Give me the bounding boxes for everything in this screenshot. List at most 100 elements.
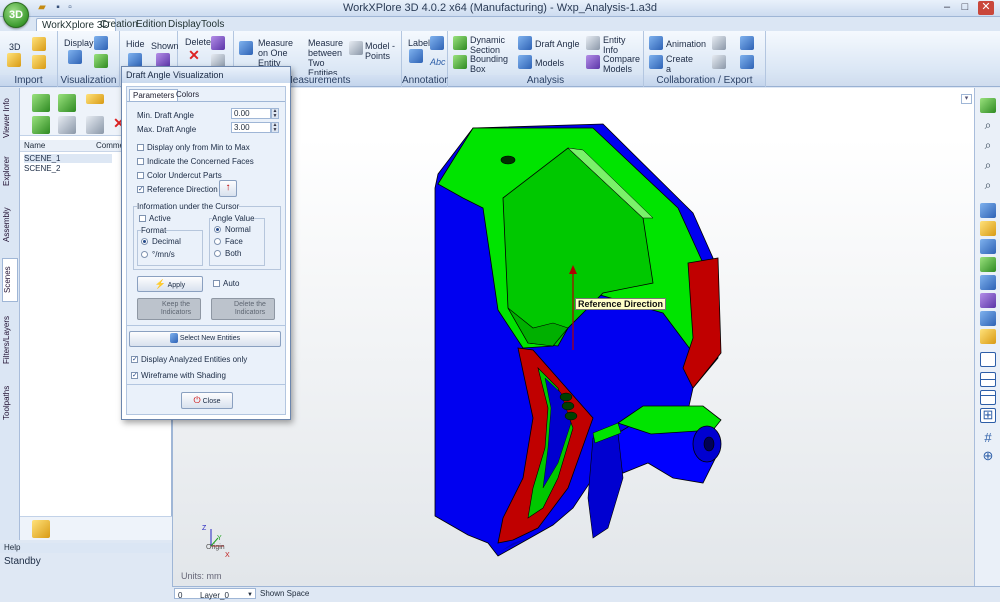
rotate-view-icon[interactable]	[980, 329, 996, 344]
vtab-explorer[interactable]: Explorer	[2, 148, 18, 194]
open-folder-icon[interactable]	[32, 37, 46, 51]
compare-models-button[interactable]: Compare Models	[603, 54, 641, 74]
zoom-window-icon[interactable]: ⌕	[980, 178, 996, 193]
3d-viewport[interactable]: Reference Direction Z Y X Origin Units: …	[172, 88, 974, 586]
pick-direction-button[interactable]: ↑	[219, 180, 237, 197]
open-scene-folder-icon[interactable]	[32, 520, 50, 538]
export-cube-icon[interactable]	[712, 36, 726, 50]
decimal-radio[interactable]	[141, 238, 148, 245]
display-button[interactable]: Display	[64, 38, 94, 48]
single-viewport-icon[interactable]	[980, 352, 996, 367]
model-points-button[interactable]: Model - Points	[365, 41, 397, 61]
vtab-assembly[interactable]: Assembly	[2, 200, 18, 250]
hide-button[interactable]: Hide	[126, 39, 145, 49]
tab-tools[interactable]: Tools	[196, 18, 229, 31]
indicate-faces-checkbox[interactable]	[137, 158, 144, 165]
active-checkbox[interactable]	[139, 215, 146, 222]
min-draft-angle-input[interactable]: 0.00	[231, 108, 271, 119]
update-scene-icon[interactable]	[32, 116, 50, 134]
paint-icon[interactable]	[211, 36, 225, 50]
grid-icon[interactable]: #	[980, 430, 996, 445]
tab-parameters[interactable]: Parameters	[129, 89, 179, 101]
models-button[interactable]: Models	[535, 58, 564, 68]
edit-scene-icon[interactable]	[58, 94, 76, 112]
zoom-out-icon[interactable]: ⌕	[980, 158, 996, 173]
close-button[interactable]: ⏻ Close	[181, 392, 233, 409]
delete-icon[interactable]: ✕	[187, 48, 201, 62]
top-view-icon[interactable]	[980, 293, 996, 308]
delete-indicators-button[interactable]: Delete the Indicators	[211, 298, 275, 320]
split-three-icon[interactable]	[980, 390, 996, 405]
right-view-icon[interactable]	[980, 275, 996, 290]
zoom-fit-icon[interactable]: ⌕	[980, 118, 996, 133]
save-disk-icon[interactable]	[740, 36, 754, 50]
entity-info-button[interactable]: Entity Info	[603, 35, 633, 55]
wireframe-checkbox[interactable]: ✓	[131, 372, 138, 379]
keep-indicators-button[interactable]: Keep the Indicators	[137, 298, 201, 320]
color-undercut-checkbox[interactable]	[137, 172, 144, 179]
normal-radio[interactable]	[214, 226, 221, 233]
new-tag-icon[interactable]	[86, 94, 104, 104]
layer-selector[interactable]: 0 Layer_0 ▼	[174, 588, 256, 600]
apply-button[interactable]: ⚡ Apply	[137, 276, 203, 292]
measure-one-entity-button[interactable]: Measure on One Entity	[258, 38, 293, 68]
tab-colors[interactable]: Colors	[173, 89, 202, 101]
dynamic-section-button[interactable]: Dynamic Section	[470, 35, 508, 55]
delete-button[interactable]: Delete	[185, 37, 211, 47]
cube-view-icon[interactable]	[94, 36, 108, 50]
animation-button[interactable]: Animation	[666, 39, 706, 49]
left-view-icon[interactable]	[980, 257, 996, 272]
close-window-button[interactable]: ✕	[978, 1, 994, 15]
import-3d-button[interactable]: 3D	[9, 42, 21, 52]
back-view-icon[interactable]	[980, 239, 996, 254]
select-new-entities-button[interactable]: Select New Entities	[129, 331, 281, 347]
scene-row[interactable]: SCENE_2	[24, 164, 60, 173]
render-mode-icon[interactable]	[94, 54, 108, 68]
share-icon[interactable]	[712, 55, 726, 69]
display-analyzed-checkbox[interactable]: ✓	[131, 356, 138, 363]
recent-folder-icon[interactable]	[32, 55, 46, 69]
auto-checkbox[interactable]	[213, 280, 220, 287]
app-menu-button[interactable]: 3D	[3, 2, 29, 28]
bounding-box-button[interactable]: Bounding Box	[470, 54, 508, 74]
scene-row[interactable]: SCENE_1	[24, 154, 112, 163]
display-min-max-checkbox[interactable]	[137, 144, 144, 151]
display-icon[interactable]	[68, 50, 82, 64]
iso-view-icon[interactable]	[980, 203, 996, 218]
annotate-icon[interactable]	[430, 36, 444, 50]
new-scene-icon[interactable]	[32, 94, 50, 112]
column-name[interactable]: Name	[24, 141, 45, 150]
both-radio[interactable]	[214, 250, 221, 257]
draft-angle-button[interactable]: Draft Angle	[535, 39, 580, 49]
minimize-button[interactable]: –	[940, 1, 954, 15]
vtab-filters-layers[interactable]: Filters/Layers	[2, 310, 18, 370]
vtab-toolpaths[interactable]: Toolpaths	[2, 378, 18, 428]
copy-scene-icon[interactable]	[86, 116, 104, 134]
target-icon[interactable]: ⊕	[980, 448, 996, 463]
face-radio[interactable]	[214, 238, 221, 245]
abc-text-button[interactable]: Abc	[430, 57, 446, 67]
zoom-in-icon[interactable]: ⌕	[980, 138, 996, 153]
bottom-view-icon[interactable]	[980, 311, 996, 326]
min-spinner[interactable]: ▲ ▼	[271, 108, 279, 119]
reference-direction-checkbox[interactable]: ✓	[137, 186, 144, 193]
max-spinner[interactable]: ▲ ▼	[271, 122, 279, 133]
dms-radio[interactable]	[141, 251, 148, 258]
camera-icon[interactable]	[58, 116, 76, 134]
view-cube-icon[interactable]	[980, 98, 996, 113]
front-view-icon[interactable]	[980, 221, 996, 236]
label-button[interactable]: Label	[408, 38, 430, 48]
shown-icon[interactable]	[156, 53, 170, 67]
hide-icon[interactable]	[128, 53, 142, 67]
split-horizontal-icon[interactable]	[980, 372, 996, 387]
part-model[interactable]	[173, 88, 975, 586]
maximize-button[interactable]: □	[958, 1, 972, 15]
shown-button[interactable]: Shown	[151, 41, 179, 51]
measure-two-entities-button[interactable]: Measure between Two Entities	[308, 38, 348, 78]
vtab-viewer-info[interactable]: Viewer Info	[2, 94, 18, 142]
four-viewports-icon[interactable]: ⊞	[980, 408, 996, 423]
viewport-options-icon[interactable]: ▾	[961, 94, 972, 104]
import-icon[interactable]	[7, 53, 21, 67]
max-draft-angle-input[interactable]: 3.00	[231, 122, 271, 133]
publish-icon[interactable]	[740, 55, 754, 69]
